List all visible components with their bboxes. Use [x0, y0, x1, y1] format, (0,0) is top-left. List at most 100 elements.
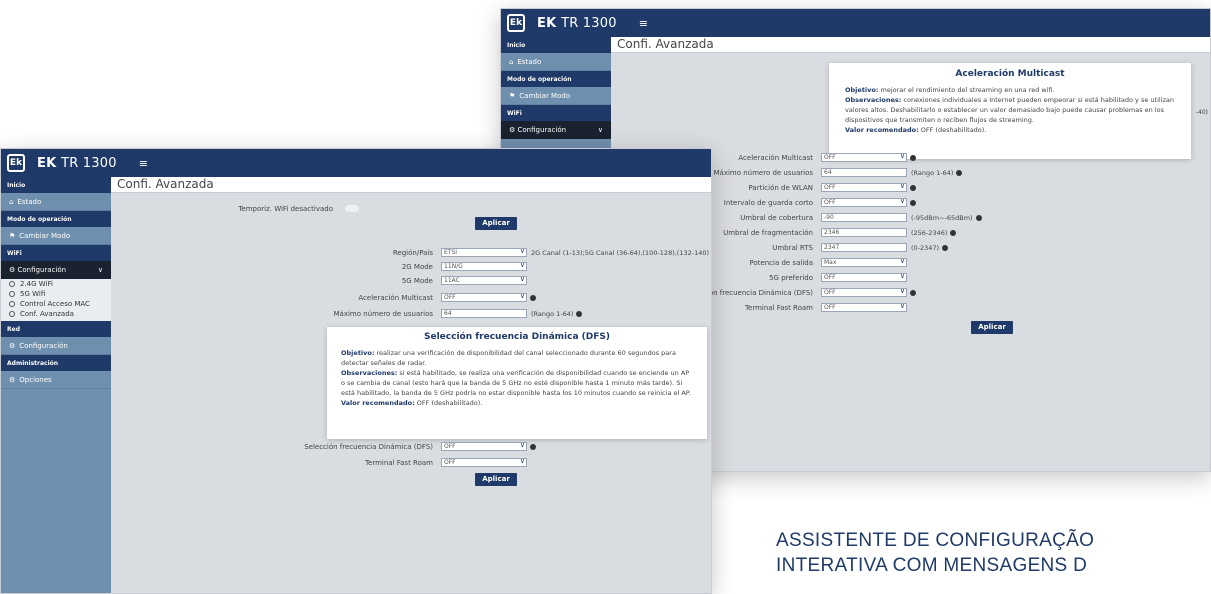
apply-button[interactable]: Aplicar	[971, 321, 1013, 334]
recommended-text: OFF (deshabilitado).	[414, 399, 483, 407]
info-icon[interactable]	[910, 289, 916, 296]
brand-model: TR 1300	[61, 155, 117, 171]
sidebar-item-opciones[interactable]: ⚙ Opciones	[1, 371, 111, 389]
temporiz-label: Temporiz. WiFi desactivado	[238, 204, 333, 213]
sidebar-item-configuracion[interactable]: ⚙ Configuración ∨	[501, 121, 611, 139]
submenu-label: 2.4G WiFi	[20, 280, 53, 288]
setting-input[interactable]: -90	[821, 213, 907, 222]
caption-line-1: ASSISTENTE DE CONFIGURAÇÃO	[776, 530, 1095, 551]
objective-text: mejorar el rendimiento del streaming en …	[878, 86, 1055, 94]
chevron-down-icon: ∨	[597, 126, 603, 134]
setting-select[interactable]: ETSI	[441, 248, 527, 257]
submenu-label: Conf. Avanzada	[20, 310, 74, 318]
observations-label: Observaciones:	[341, 369, 398, 377]
temporiz-toggle[interactable]	[345, 205, 359, 212]
info-icon[interactable]	[975, 214, 982, 221]
sidebar-item-estado[interactable]: ⌂ Estado	[501, 53, 611, 71]
sidebar-item-label: Configuración	[17, 266, 67, 274]
home-icon: ⌂	[509, 57, 514, 66]
sidebar-item-configuracion[interactable]: ⚙ Configuración ∨	[1, 261, 111, 279]
recommended-text: OFF (deshabilitado).	[918, 126, 987, 134]
info-icon[interactable]	[910, 154, 916, 161]
popup-objective: Objetivo: realizar una verificación de d…	[341, 348, 693, 368]
setting-row: 5G Mode 11AC	[221, 275, 527, 286]
objective-label: Objetivo:	[845, 86, 879, 94]
home-icon: ⌂	[9, 197, 14, 206]
submenu-item-mac[interactable]: Control Acceso MAC	[1, 299, 111, 309]
setting-select[interactable]: OFF	[821, 288, 907, 297]
help-popup: Selección frecuencia Dinámica (DFS) Obje…	[327, 327, 707, 439]
menu-toggle-icon[interactable]: ≡	[139, 157, 148, 170]
setting-select[interactable]: OFF	[821, 303, 907, 312]
info-icon[interactable]	[576, 310, 583, 317]
setting-select[interactable]: 11N/G	[441, 262, 527, 271]
info-icon[interactable]	[950, 229, 957, 236]
setting-input[interactable]: 64	[441, 309, 527, 318]
sidebar-item-label: Estado	[517, 57, 542, 66]
main-content: Confi. Avanzada Temporiz. WiFi desactiva…	[111, 177, 711, 593]
submenu-item-avanzada[interactable]: Conf. Avanzada	[1, 309, 111, 319]
sidebar-item-estado[interactable]: ⌂ Estado	[1, 193, 111, 211]
setting-label: 5G Mode	[401, 276, 433, 285]
setting-hint: (256-2346)	[911, 228, 948, 237]
setting-select[interactable]: OFF	[441, 442, 527, 451]
flag-icon: ⚑	[509, 91, 516, 100]
sidebar-item-configuracion-red[interactable]: ⚙ Configuración	[1, 337, 111, 355]
popup-title: Selección frecuencia Dinámica (DFS)	[424, 332, 610, 342]
setting-select[interactable]: OFF	[441, 293, 527, 302]
info-icon[interactable]	[530, 443, 536, 450]
objective-label: Objetivo:	[341, 349, 375, 357]
apply-button[interactable]: Aplicar	[475, 217, 517, 230]
setting-hint: (0-2347)	[911, 243, 940, 252]
sidebar-item-label: Cambiar Modo	[19, 231, 71, 240]
info-icon[interactable]	[956, 169, 963, 176]
gear-icon: ⚙	[9, 375, 16, 384]
setting-select[interactable]: OFF	[821, 198, 907, 207]
setting-label: 2G Mode	[401, 262, 433, 271]
setting-select[interactable]: OFF	[821, 273, 907, 282]
sidebar-head-modo: Modo de operación	[1, 211, 111, 227]
marketing-caption: ASSISTENTE DE CONFIGURAÇÃO INTERATIVA CO…	[776, 528, 1094, 578]
sidebar-head-inicio: Inicio	[501, 37, 611, 53]
setting-input[interactable]: 64	[821, 168, 907, 177]
radio-icon	[9, 311, 15, 317]
sidebar-head-wifi: WiFi	[501, 105, 611, 121]
popup-recommended: Valor recomendado: OFF (deshabilitado).	[845, 125, 1175, 135]
truncated-hint: -40)	[1195, 109, 1208, 116]
popup-recommended: Valor recomendado: OFF (deshabilitado).	[341, 398, 693, 408]
sidebar-head-inicio: Inicio	[1, 177, 111, 193]
submenu-item-5g[interactable]: 5G Wifi	[1, 289, 111, 299]
brand-name: EK TR 1300	[537, 16, 617, 31]
menu-toggle-icon[interactable]: ≡	[639, 17, 648, 30]
sidebar-item-cambiar-modo[interactable]: ⚑ Cambiar Modo	[501, 87, 611, 105]
sidebar-head-red: Red	[1, 321, 111, 337]
setting-select[interactable]: 11AC	[441, 276, 527, 285]
page-title: Confi. Avanzada	[111, 177, 711, 193]
sidebar-item-cambiar-modo[interactable]: ⚑ Cambiar Modo	[1, 227, 111, 245]
setting-select[interactable]: OFF	[441, 458, 527, 467]
radio-icon	[9, 291, 15, 297]
setting-hint: (Rango 1-64)	[531, 309, 574, 318]
observations-label: Observaciones:	[845, 96, 902, 104]
setting-label: Región/País	[392, 248, 433, 257]
setting-input[interactable]: 2347	[821, 243, 907, 252]
info-icon[interactable]	[910, 199, 916, 206]
setting-select[interactable]: OFF	[821, 153, 907, 162]
apply-button[interactable]: Aplicar	[475, 473, 517, 486]
setting-row: Terminal Fast Roam OFF	[221, 457, 527, 468]
popup-objective: Objetivo: mejorar el rendimiento del str…	[845, 85, 1175, 95]
popup-observations: Observaciones: conexiones individuales a…	[845, 95, 1175, 125]
info-icon[interactable]	[910, 184, 916, 191]
setting-select[interactable]: OFF	[821, 183, 907, 192]
info-icon[interactable]	[530, 294, 536, 301]
temporiz-row: Temporiz. WiFi desactivado	[121, 203, 359, 214]
setting-input[interactable]: 2346	[821, 228, 907, 237]
setting-hint: 2G Canal (1-13);5G Canal (36-64),(100-12…	[531, 248, 710, 257]
submenu-label: 5G Wifi	[20, 290, 46, 298]
setting-select[interactable]: Max	[821, 258, 907, 267]
setting-hint: (-95dBm~-65dBm)	[911, 213, 973, 222]
info-icon[interactable]	[942, 244, 949, 251]
sidebar-item-label: Opciones	[19, 375, 52, 384]
submenu-item-24g[interactable]: 2.4G WiFi	[1, 279, 111, 289]
brand-logo: Ek	[7, 154, 25, 172]
